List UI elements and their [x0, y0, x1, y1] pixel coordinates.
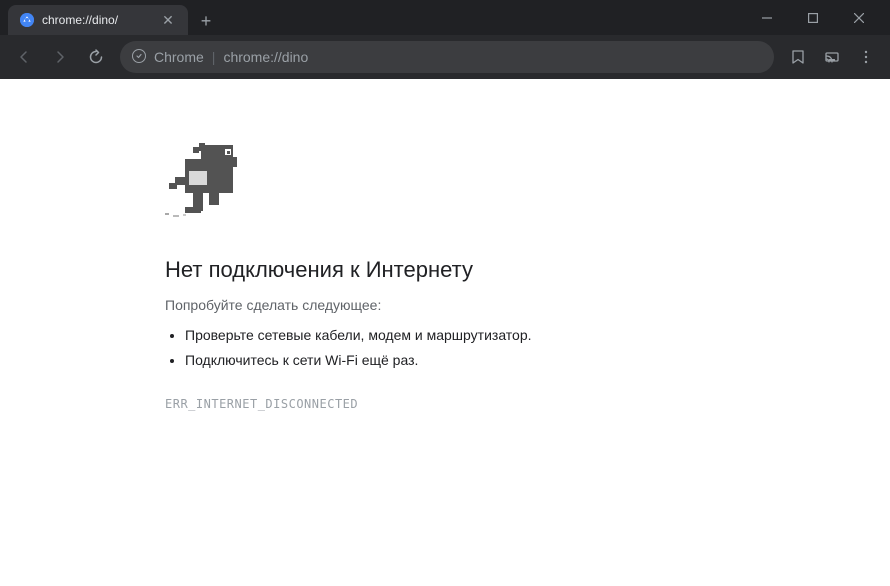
error-code: ERR_INTERNET_DISCONNECTED [165, 397, 358, 411]
dino-illustration [165, 139, 253, 233]
back-button[interactable] [8, 41, 40, 73]
titlebar: chrome://dino/ ✕ + [0, 0, 890, 35]
toolbar: Chrome | chrome://dino [0, 35, 890, 79]
close-button[interactable] [836, 2, 882, 34]
suggestion-item-2: Подключитесь к сети Wi-Fi ещё раз. [185, 348, 532, 373]
address-bar[interactable]: Chrome | chrome://dino [120, 41, 774, 73]
tab-close-button[interactable]: ✕ [160, 12, 176, 28]
forward-button[interactable] [44, 41, 76, 73]
error-container: Нет подключения к Интернету Попробуйте с… [165, 139, 532, 411]
toolbar-right [782, 41, 882, 73]
error-subtitle: Попробуйте сделать следующее: [165, 297, 381, 313]
minimize-button[interactable] [744, 2, 790, 34]
tabs-area: chrome://dino/ ✕ + [8, 0, 736, 35]
menu-button[interactable] [850, 41, 882, 73]
error-title: Нет подключения к Интернету [165, 257, 473, 283]
address-site-name: Chrome [154, 49, 204, 65]
bookmark-button[interactable] [782, 41, 814, 73]
reload-button[interactable] [80, 41, 112, 73]
tab-favicon [20, 13, 34, 27]
tab-title: chrome://dino/ [42, 13, 152, 27]
secure-icon [132, 49, 146, 66]
window-controls [744, 2, 882, 34]
error-suggestions: Проверьте сетевые кабели, модем и маршру… [165, 323, 532, 373]
maximize-button[interactable] [790, 2, 836, 34]
address-separator: | [212, 49, 216, 65]
page-content: Нет подключения к Интернету Попробуйте с… [0, 79, 890, 586]
address-url: chrome://dino [223, 49, 308, 65]
active-tab[interactable]: chrome://dino/ ✕ [8, 5, 188, 35]
new-tab-button[interactable]: + [192, 7, 220, 35]
cast-button[interactable] [816, 41, 848, 73]
suggestion-item-1: Проверьте сетевые кабели, модем и маршру… [185, 323, 532, 348]
